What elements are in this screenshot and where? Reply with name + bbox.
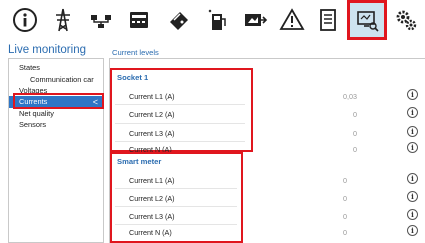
- toolbar: [0, 0, 425, 40]
- row-value: 0: [343, 212, 347, 221]
- camera-arrow-button[interactable]: [238, 3, 272, 37]
- row-label: Current L3 (A): [129, 212, 175, 221]
- info-icon[interactable]: i: [407, 209, 418, 220]
- settings-button[interactable]: [389, 3, 423, 37]
- power-tower-icon: [56, 8, 70, 32]
- row-value: 0: [353, 110, 357, 119]
- camera-arrow-icon: [245, 14, 268, 26]
- info-icon[interactable]: i: [407, 191, 418, 202]
- charger-icon: [208, 9, 226, 30]
- warning-icon: [279, 8, 305, 30]
- sidebar-list: States Communication car Voltages Curren…: [8, 58, 104, 243]
- monitor-icon: [357, 11, 379, 32]
- charger-button[interactable]: [200, 3, 234, 37]
- table-row: Current L1 (A) 0,03 i: [110, 86, 425, 106]
- sidebar-item-states[interactable]: States: [9, 62, 103, 74]
- network-button[interactable]: [84, 3, 118, 37]
- row-value: 0: [343, 176, 347, 185]
- row-value: 0,03: [343, 92, 357, 101]
- info-icon: [13, 8, 37, 32]
- sidebar-title: Live monitoring: [8, 44, 86, 56]
- sidebar-selection-highlight: [13, 93, 104, 109]
- table-row: Current L1 (A) 0 i: [110, 170, 425, 190]
- row-value: 0: [353, 129, 357, 138]
- document-button[interactable]: [311, 3, 345, 37]
- group-title-smart-meter: Smart meter: [117, 157, 162, 166]
- warning-button[interactable]: [275, 3, 309, 37]
- sidebar-item-sensors[interactable]: Sensors: [9, 119, 103, 131]
- row-label: Current L3 (A): [129, 129, 175, 138]
- monitor-button[interactable]: [350, 3, 384, 37]
- group-title-socket: Socket 1: [117, 73, 149, 82]
- settings-gears-icon: [396, 10, 417, 31]
- page-title: Current levels: [112, 48, 159, 57]
- device-icon: [130, 12, 148, 28]
- row-label: Current L2 (A): [129, 110, 175, 119]
- device-button[interactable]: [122, 3, 156, 37]
- row-value: 0: [353, 145, 357, 154]
- table-row: Current L2 (A) 0 i: [110, 104, 425, 124]
- info-icon[interactable]: i: [407, 107, 418, 118]
- info-icon[interactable]: i: [407, 225, 418, 236]
- row-value: 0: [343, 228, 347, 237]
- row-label: Current N (A): [129, 228, 172, 237]
- payment-card-button[interactable]: [162, 3, 196, 37]
- info-icon[interactable]: i: [407, 126, 418, 137]
- table-row: Current N (A) 0 i: [110, 222, 425, 242]
- info-button[interactable]: [8, 3, 42, 37]
- info-icon[interactable]: i: [407, 142, 418, 153]
- document-icon: [320, 9, 336, 31]
- row-label: Current L2 (A): [129, 194, 175, 203]
- info-icon[interactable]: i: [407, 173, 418, 184]
- row-label: Current L1 (A): [129, 176, 175, 185]
- table-row: Current L2 (A) 0 i: [110, 188, 425, 208]
- row-label: Current L1 (A): [129, 92, 175, 101]
- power-tower-button[interactable]: [46, 3, 80, 37]
- row-value: 0: [343, 194, 347, 203]
- payment-card-icon: [170, 12, 188, 30]
- network-icon: [91, 15, 111, 28]
- info-icon[interactable]: i: [407, 89, 418, 100]
